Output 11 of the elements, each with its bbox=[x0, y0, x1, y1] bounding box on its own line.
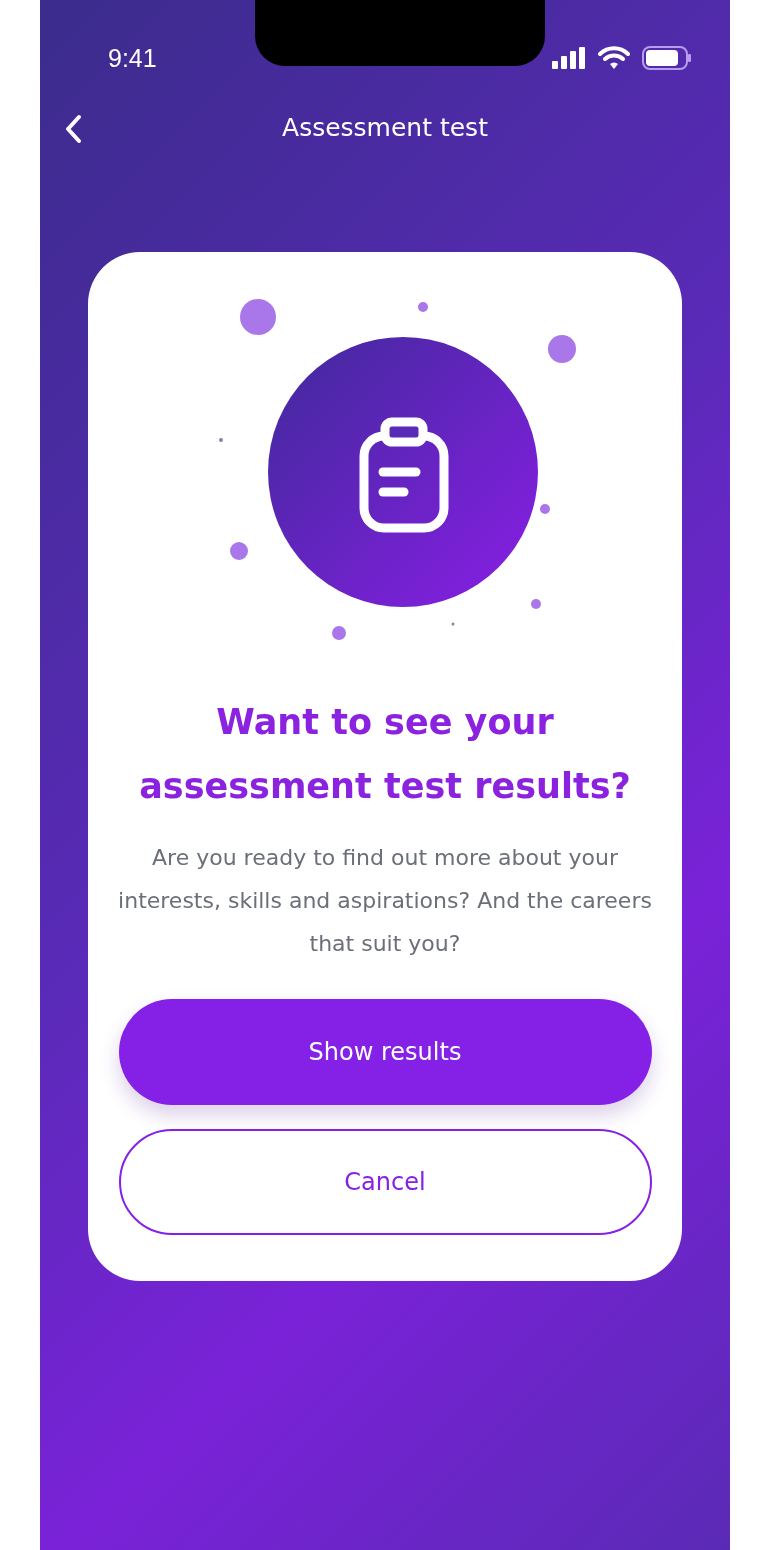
status-time: 9:41 bbox=[108, 43, 157, 73]
cancel-button[interactable]: Cancel bbox=[118, 1129, 652, 1235]
battery-icon bbox=[642, 46, 692, 70]
show-results-button[interactable]: Show results bbox=[118, 999, 652, 1105]
clipboard-icon bbox=[359, 417, 449, 533]
dialog-message: Are you ready to find out more about your interests, skills and aspirations? And the careers that suit you? bbox=[118, 844, 652, 958]
wifi-icon bbox=[598, 46, 630, 70]
signal-icon bbox=[552, 47, 586, 69]
dialog-title: Want to see your assessment test results? bbox=[138, 701, 632, 808]
back-icon[interactable] bbox=[64, 114, 82, 144]
nav-title: Assessment test bbox=[282, 112, 488, 142]
